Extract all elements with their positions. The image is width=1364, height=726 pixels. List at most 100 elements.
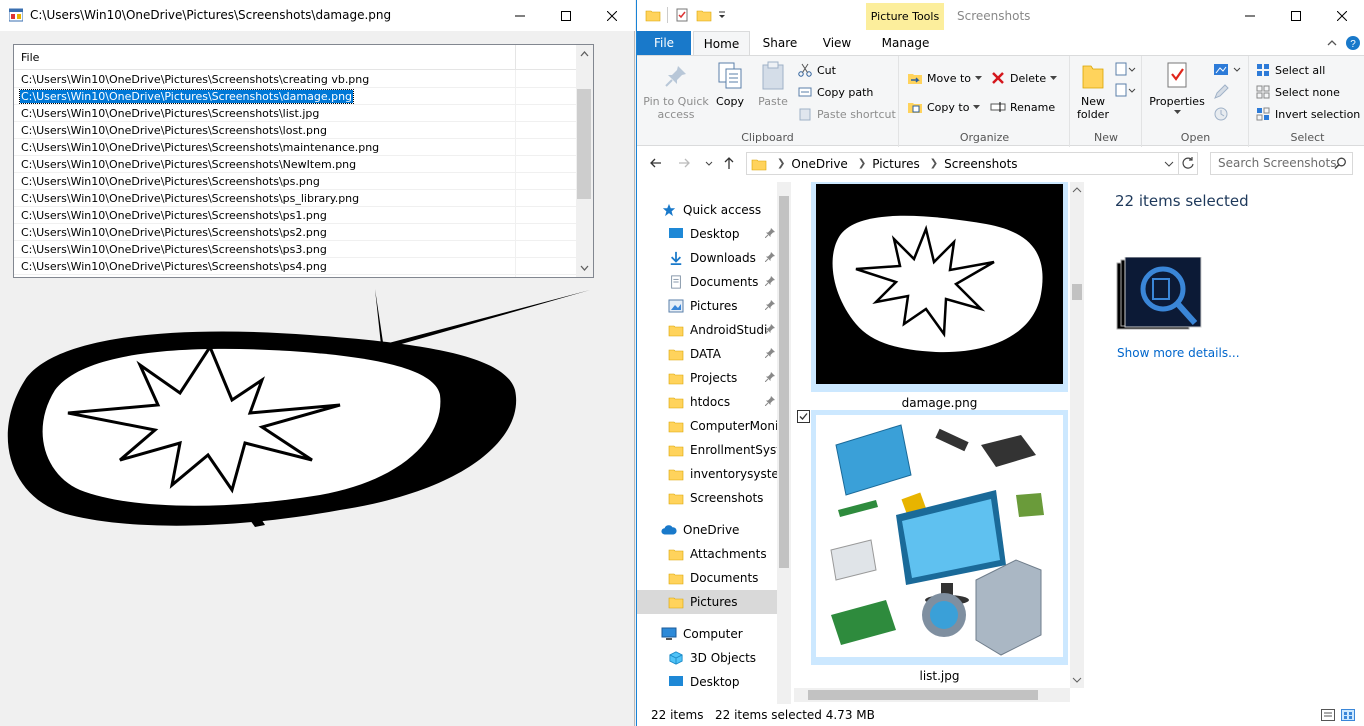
nav-item-enrollmentsyste[interactable]: EnrollmentSyste [637, 438, 777, 462]
pin-icon[interactable] [765, 324, 775, 334]
file-row[interactable]: C:\Users\Win10\OneDrive\Pictures\Screens… [14, 88, 579, 105]
cut-button[interactable]: Cut [797, 60, 836, 80]
file-list[interactable]: File C:\Users\Win10\OneDrive\Pictures\Sc… [13, 44, 594, 278]
nav-onedrive[interactable]: OneDrive [637, 518, 777, 542]
explorer-maximize-button[interactable] [1273, 0, 1319, 31]
explorer-close-button[interactable] [1319, 0, 1364, 31]
maximize-button[interactable] [543, 0, 589, 31]
copy-path-button[interactable]: Copy path [797, 82, 873, 102]
breadcrumb-onedrive[interactable]: OneDrive [791, 157, 847, 171]
breadcrumb-separator[interactable]: ❯ [930, 158, 938, 169]
scroll-up-icon[interactable] [576, 47, 593, 61]
new-folder-button[interactable]: New folder [1075, 60, 1111, 121]
scroll-down-icon[interactable] [576, 261, 593, 275]
invert-selection-button[interactable]: Invert selection [1255, 104, 1360, 124]
tab-manage[interactable]: Manage [868, 31, 943, 55]
tab-home[interactable]: Home [693, 31, 750, 55]
close-button[interactable] [589, 0, 635, 31]
pin-icon[interactable] [765, 300, 775, 310]
move-to-button[interactable]: Move to [907, 68, 983, 88]
thumbnail-list[interactable]: list.jpg [797, 410, 1068, 687]
file-row[interactable]: C:\Users\Win10\OneDrive\Pictures\Screens… [14, 207, 579, 224]
paste-shortcut-button[interactable]: Paste shortcut [797, 104, 896, 124]
show-more-details-link[interactable]: Show more details... [1117, 346, 1240, 360]
select-all-button[interactable]: Select all [1255, 60, 1325, 80]
large-icons-view-icon[interactable] [1341, 709, 1355, 721]
tab-file[interactable]: File [637, 31, 691, 55]
tab-view[interactable]: View [810, 31, 864, 55]
pin-icon[interactable] [765, 252, 775, 262]
delete-button[interactable]: Delete [990, 68, 1058, 88]
back-button[interactable] [648, 155, 664, 171]
file-row[interactable]: C:\Users\Win10\OneDrive\Pictures\Screens… [14, 71, 579, 88]
pin-icon[interactable] [765, 372, 775, 382]
column-header-file[interactable]: File [14, 45, 579, 70]
easy-access-icon[interactable] [1115, 83, 1137, 99]
nav-onedrive-documents[interactable]: Documents [637, 566, 777, 590]
pin-icon[interactable] [765, 276, 775, 286]
collapse-ribbon-icon[interactable] [1326, 37, 1338, 49]
copy-to-button[interactable]: Copy to [907, 97, 981, 117]
address-dropdown-icon[interactable] [1163, 157, 1175, 171]
new-folder-qat-icon[interactable] [696, 7, 712, 23]
scroll-up-icon[interactable] [1070, 184, 1084, 196]
open-icon[interactable] [1213, 62, 1243, 78]
customize-qat-icon[interactable] [718, 7, 726, 23]
nav-onedrive-attachments[interactable]: Attachments [637, 542, 777, 566]
file-list-scrollbar[interactable] [576, 45, 593, 277]
file-row[interactable]: C:\Users\Win10\OneDrive\Pictures\Screens… [14, 241, 579, 258]
file-row[interactable]: C:\Users\Win10\OneDrive\Pictures\Screens… [14, 122, 579, 139]
file-row[interactable]: C:\Users\Win10\OneDrive\Pictures\Screens… [14, 190, 579, 207]
nav-item-computermonit[interactable]: ComputerMonit [637, 414, 777, 438]
nav-item-data[interactable]: DATA [637, 342, 777, 366]
file-row[interactable]: C:\Users\Win10\OneDrive\Pictures\Screens… [14, 224, 579, 241]
copy-button[interactable]: Copy [713, 60, 747, 108]
pin-icon[interactable] [765, 228, 775, 238]
nav-item-htdocs[interactable]: htdocs [637, 390, 777, 414]
nav-item-downloads[interactable]: Downloads [637, 246, 777, 270]
breadcrumb-screenshots[interactable]: Screenshots [944, 157, 1017, 171]
pin-icon[interactable] [765, 396, 775, 406]
file-row[interactable]: C:\Users\Win10\OneDrive\Pictures\Screens… [14, 173, 579, 190]
minimize-button[interactable] [497, 0, 543, 31]
explorer-minimize-button[interactable] [1227, 0, 1273, 31]
new-item-icon[interactable] [1115, 62, 1137, 78]
pin-quick-access-button[interactable]: Pin to Quick access [643, 60, 709, 121]
nav-quick-access[interactable]: Quick access [637, 198, 777, 222]
file-row[interactable]: C:\Users\Win10\OneDrive\Pictures\Screens… [14, 258, 579, 275]
content-vertical-scrollbar[interactable] [1070, 182, 1084, 688]
file-row[interactable]: C:\Users\Win10\OneDrive\Pictures\Screens… [14, 139, 579, 156]
paste-button[interactable]: Paste [754, 60, 792, 108]
select-none-button[interactable]: Select none [1255, 82, 1340, 102]
tab-share[interactable]: Share [753, 31, 807, 55]
checkbox-checked-icon[interactable] [797, 410, 811, 424]
rename-button[interactable]: Rename [990, 97, 1055, 117]
help-icon[interactable]: ? [1345, 35, 1361, 51]
nav-item-projects[interactable]: Projects [637, 366, 777, 390]
scroll-thumb[interactable] [577, 89, 591, 199]
nav-computer-3d-objects[interactable]: 3D Objects [637, 646, 777, 670]
nav-item-pictures[interactable]: Pictures [637, 294, 777, 318]
file-row[interactable]: C:\Users\Win10\OneDrive\Pictures\Screens… [14, 156, 579, 173]
nav-item-documents[interactable]: Documents [637, 270, 777, 294]
content-horizontal-scrollbar[interactable] [794, 688, 1070, 702]
nav-item-desktop[interactable]: Desktop [637, 222, 777, 246]
properties-qat-icon[interactable] [674, 7, 690, 23]
breadcrumb-pictures[interactable]: Pictures [872, 157, 920, 171]
file-row[interactable]: C:\Users\Win10\OneDrive\Pictures\Screens… [14, 105, 579, 122]
properties-button[interactable]: Properties [1147, 60, 1207, 115]
pin-icon[interactable] [765, 348, 775, 358]
nav-computer-desktop[interactable]: Desktop [637, 670, 777, 694]
breadcrumb-separator[interactable]: ❯ [777, 158, 785, 169]
details-view-icon[interactable] [1321, 709, 1335, 721]
up-button[interactable] [721, 155, 737, 171]
nav-computer[interactable]: Computer [637, 622, 777, 646]
nav-item-androidstudi[interactable]: AndroidStudi [637, 318, 777, 342]
scroll-down-icon[interactable] [1070, 674, 1084, 686]
search-input[interactable]: Search Screenshots [1210, 152, 1353, 175]
nav-scrollbar[interactable] [777, 182, 791, 704]
refresh-icon[interactable] [1181, 156, 1195, 170]
breadcrumb-separator[interactable]: ❯ [858, 158, 866, 169]
nav-onedrive-pictures[interactable]: Pictures [637, 590, 777, 614]
forward-button[interactable] [676, 155, 692, 171]
